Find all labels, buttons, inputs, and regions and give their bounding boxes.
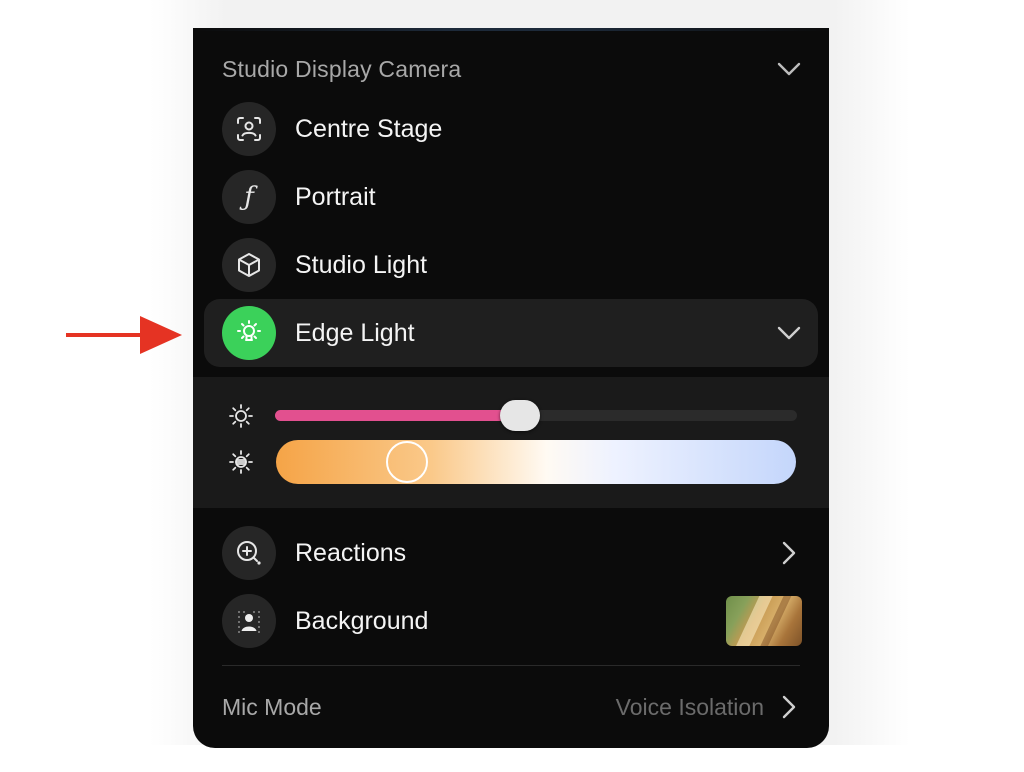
menu-item-label: Studio Light [295, 250, 428, 279]
background-thumbnail[interactable] [726, 596, 802, 646]
video-effects-panel: Studio Display Camera Centre Stage ƒ Por… [193, 28, 829, 748]
brightness-icon [227, 402, 255, 430]
camera-header[interactable]: Studio Display Camera [222, 52, 802, 86]
chevron-down-icon[interactable] [776, 56, 802, 82]
reactions-icon [222, 526, 276, 580]
menu-item-label: Reactions [295, 538, 407, 567]
menu-item-label: Background [295, 606, 429, 635]
color-temperature-slider-knob[interactable] [386, 441, 428, 483]
annotation-arrow-icon [66, 316, 182, 354]
camera-title: Studio Display Camera [222, 55, 462, 82]
background-icon [222, 594, 276, 648]
edge-light-icon [222, 306, 276, 360]
menu-item-studio-light[interactable]: Studio Light [222, 235, 802, 295]
color-temperature-icon [227, 448, 255, 476]
chevron-right-icon[interactable] [776, 540, 802, 566]
menu-item-centre-stage[interactable]: Centre Stage [222, 99, 802, 159]
divider [222, 665, 800, 666]
menu-item-background[interactable]: Background [222, 591, 802, 651]
mic-mode-value: Voice Isolation [615, 693, 764, 720]
menu-item-label: Portrait [295, 182, 376, 211]
centre-stage-icon [222, 102, 276, 156]
panel-top-edge [193, 28, 829, 31]
mic-mode-label: Mic Mode [222, 693, 322, 720]
color-temperature-slider[interactable] [276, 440, 796, 484]
portrait-f-icon: ƒ [222, 170, 276, 224]
chevron-right-icon[interactable] [776, 694, 802, 720]
chevron-down-icon[interactable] [776, 320, 802, 346]
mic-mode-row[interactable]: Mic Mode Voice Isolation [222, 688, 802, 726]
menu-item-label: Centre Stage [295, 114, 443, 143]
brightness-slider[interactable] [275, 400, 797, 431]
menu-item-reactions[interactable]: Reactions [222, 523, 802, 583]
edge-light-controls [193, 377, 829, 508]
brightness-slider-fill [275, 410, 521, 421]
menu-item-edge-light[interactable]: Edge Light [222, 303, 802, 363]
brightness-slider-knob[interactable] [500, 400, 541, 431]
menu-item-label: Edge Light [295, 318, 415, 347]
menu-item-portrait[interactable]: ƒ Portrait [222, 167, 802, 227]
cube-icon [222, 238, 276, 292]
